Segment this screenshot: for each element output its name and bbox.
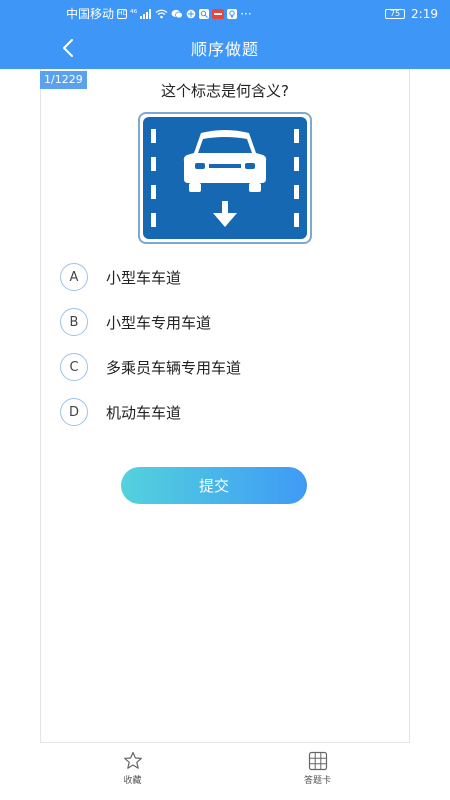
clock-time: 2:19	[411, 6, 438, 21]
option-d[interactable]: D 机动车车道	[60, 398, 181, 426]
star-icon	[123, 751, 142, 769]
back-button[interactable]	[56, 35, 82, 61]
tab-answer-card-label: 答题卡	[303, 776, 331, 786]
option-letter-circle: A	[60, 263, 88, 291]
status-right: 75 2:19	[385, 7, 438, 21]
option-c[interactable]: C 多乘员车辆专用车道	[60, 353, 241, 381]
option-text: 小型车专用车道	[106, 313, 212, 332]
tab-favorite-label: 收藏	[123, 776, 142, 786]
option-letter-circle: B	[60, 308, 88, 336]
option-letter-circle: C	[60, 353, 88, 381]
screen: 中国移动 HD ⁴⁶ ··· 75 2:19 顺序做题 1/1229 这个标志是…	[0, 0, 450, 800]
option-b[interactable]: B 小型车专用车道	[60, 308, 211, 336]
option-text: 多乘员车辆专用车道	[106, 358, 242, 377]
wifi-icon	[155, 9, 168, 18]
status-bar: 中国移动 HD ⁴⁶ ··· 75 2:19	[0, 0, 450, 27]
wechat-icon	[171, 9, 184, 18]
option-letter-circle: D	[60, 398, 88, 426]
search-app-icon	[199, 8, 210, 19]
hd-badge-icon: HD	[117, 8, 128, 19]
small-car-lane-sign-icon	[151, 129, 299, 227]
signal-icon	[140, 8, 152, 19]
road-sign-image	[138, 112, 312, 244]
bottom-tab-bar: 收藏 答题卡	[40, 742, 410, 800]
submit-button[interactable]: 提交	[121, 467, 307, 504]
page-title: 顺序做题	[190, 40, 259, 59]
network-type-text: ⁴⁶	[130, 8, 138, 19]
top-nav-bar: 顺序做题	[0, 27, 450, 69]
more-icon: ···	[240, 6, 252, 21]
tab-answer-card[interactable]: 答题卡	[225, 743, 410, 800]
bulb-app-icon	[227, 8, 238, 19]
sign-background	[143, 117, 307, 239]
option-text: 机动车车道	[106, 403, 182, 422]
carrier-name: 中国移动	[66, 7, 115, 21]
status-left: 中国移动 HD ⁴⁶ ···	[66, 5, 252, 22]
grid-icon	[308, 751, 327, 771]
option-a[interactable]: A 小型车车道	[60, 263, 181, 291]
browser-icon	[186, 9, 196, 18]
red-app-icon	[212, 8, 225, 19]
tab-favorite[interactable]: 收藏	[40, 743, 225, 800]
battery-icon: 75	[385, 8, 406, 19]
option-text: 小型车车道	[106, 268, 182, 287]
question-text: 这个标志是何含义?	[161, 82, 289, 100]
chevron-left-icon	[63, 39, 73, 57]
